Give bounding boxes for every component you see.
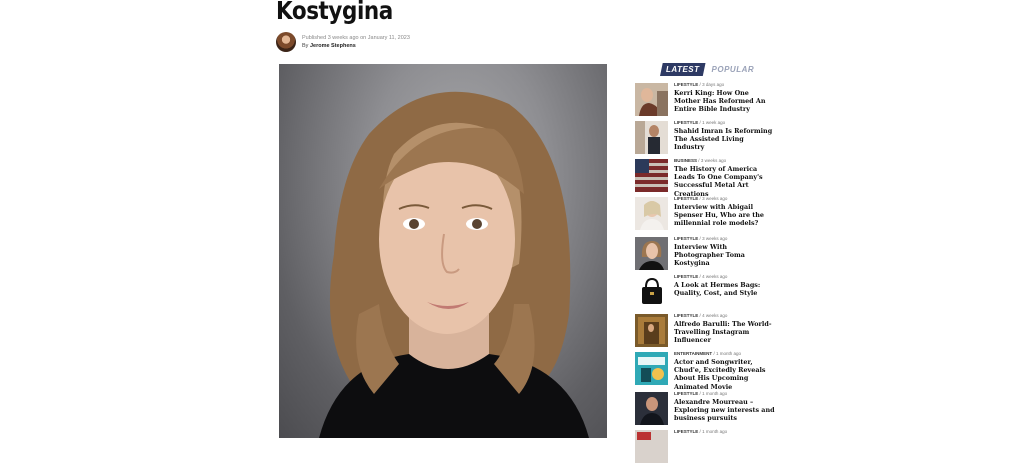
featured-image [279, 64, 607, 438]
portrait-illustration [319, 91, 589, 438]
post-title-link[interactable]: Actor and Songwriter, Chud'e, Excitedly … [674, 358, 775, 391]
post-thumbnail[interactable] [635, 352, 668, 385]
post-title-link[interactable]: A Look at Hermes Bags: Quality, Cost, an… [674, 281, 775, 297]
post-category[interactable]: BUSINESS [674, 158, 697, 163]
post-category[interactable]: LIFESTYLE [674, 391, 698, 396]
sidebar-post[interactable]: LIFESTYLE / 3 days ago Kerri King: How O… [635, 82, 775, 116]
sidebar-post[interactable]: ENTERTAINMENT / 1 month ago Actor and So… [635, 351, 775, 391]
post-meta: LIFESTYLE / 4 weeks ago [674, 274, 775, 280]
sidebar-post[interactable]: LIFESTYLE / 3 weeks ago Interview with A… [635, 196, 775, 230]
post-meta: LIFESTYLE / 1 month ago [674, 391, 775, 397]
post-meta: LIFESTYLE / 3 weeks ago [674, 236, 775, 242]
post-category[interactable]: LIFESTYLE [674, 196, 698, 201]
meta-separator: / [698, 158, 700, 163]
post-time: 3 weeks ago [702, 236, 728, 241]
meta-separator: / [699, 391, 701, 396]
post-title-link[interactable]: The History of America Leads To One Comp… [674, 165, 775, 198]
post-time: 1 month ago [702, 391, 728, 396]
post-time: 1 month ago [715, 351, 741, 356]
post-time: 4 weeks ago [702, 274, 728, 279]
post-time: 3 weeks ago [702, 196, 728, 201]
meta-separator: / [699, 274, 701, 279]
sidebar-post[interactable]: LIFESTYLE / 3 weeks ago Interview With P… [635, 236, 775, 270]
post-thumbnail[interactable] [635, 83, 668, 116]
post-title-link[interactable]: Kerri King: How One Mother Has Reformed … [674, 89, 775, 114]
post-category[interactable]: LIFESTYLE [674, 82, 698, 87]
meta-separator: / [699, 196, 701, 201]
post-title-link[interactable]: Alfredo Barulli: The World-Travelling In… [674, 320, 775, 345]
meta-separator: / [699, 313, 701, 318]
post-meta: BUSINESS / 3 weeks ago [674, 158, 775, 164]
post-time: 3 weeks ago [700, 158, 727, 163]
tab-popular[interactable]: POPULAR [712, 65, 755, 74]
article-title: Kostygina [276, 0, 393, 25]
sidebar-post[interactable]: LIFESTYLE / 4 weeks ago Alfredo Barulli:… [635, 313, 775, 347]
post-thumbnail[interactable] [635, 237, 668, 270]
published-label: Published [302, 35, 327, 41]
post-thumbnail[interactable] [635, 121, 668, 154]
post-category[interactable]: LIFESTYLE [674, 313, 698, 318]
author-avatar[interactable] [276, 32, 296, 52]
post-meta: LIFESTYLE / 3 weeks ago [674, 196, 775, 202]
post-title-link[interactable]: Interview With Photographer Toma Kostygi… [674, 243, 775, 268]
article-byline: Published 3 weeks ago on January 11, 202… [276, 32, 410, 52]
meta-separator: / [699, 120, 701, 125]
post-category[interactable]: LIFESTYLE [674, 274, 698, 279]
published-ago: 3 weeks ago [327, 35, 359, 41]
sidebar-post[interactable]: LIFESTYLE / 4 weeks ago A Look at Hermes… [635, 274, 775, 308]
post-thumbnail[interactable] [635, 430, 668, 463]
post-thumbnail[interactable] [635, 392, 668, 425]
post-thumbnail[interactable] [635, 197, 668, 230]
post-meta: ENTERTAINMENT / 1 month ago [674, 351, 775, 357]
publish-date: January 11, 2023 [367, 35, 410, 41]
by-word: By [302, 43, 309, 49]
on-word: on [360, 35, 367, 41]
meta-separator: / [699, 429, 701, 434]
sidebar-post[interactable]: BUSINESS / 3 weeks ago The History of Am… [635, 158, 775, 198]
post-time: 4 weeks ago [702, 313, 728, 318]
author-info: By Jerome Stephens [302, 42, 410, 50]
post-meta: LIFESTYLE / 1 month ago [674, 429, 727, 435]
post-time: 3 days ago [702, 82, 725, 87]
meta-separator: / [713, 351, 715, 356]
author-name-link[interactable]: Jerome Stephens [310, 43, 356, 49]
sidebar-post[interactable]: LIFESTYLE / 1 month ago Alexandre Mourre… [635, 391, 775, 425]
post-thumbnail[interactable] [635, 275, 668, 308]
post-title-link[interactable]: Alexandre Mourreau – Exploring new inter… [674, 398, 775, 423]
sidebar-tabs: LATEST POPULAR [660, 63, 754, 76]
post-meta: LIFESTYLE / 3 days ago [674, 82, 775, 88]
post-meta: LIFESTYLE / 1 week ago [674, 120, 775, 126]
post-meta: LIFESTYLE / 4 weeks ago [674, 313, 775, 319]
post-thumbnail[interactable] [635, 159, 668, 192]
meta-separator: / [699, 82, 701, 87]
post-time: 1 month ago [702, 429, 728, 434]
post-category[interactable]: LIFESTYLE [674, 236, 698, 241]
post-category[interactable]: ENTERTAINMENT [674, 351, 712, 356]
sidebar-post[interactable]: LIFESTYLE / 1 month ago [635, 429, 775, 463]
meta-separator: / [699, 236, 701, 241]
tab-latest[interactable]: LATEST [660, 63, 706, 76]
post-category[interactable]: LIFESTYLE [674, 120, 698, 125]
post-time: 1 week ago [702, 120, 726, 125]
post-title-link[interactable]: Shahid Imran Is Reforming The Assisted L… [674, 127, 775, 152]
sidebar-post[interactable]: LIFESTYLE / 1 week ago Shahid Imran Is R… [635, 120, 775, 154]
post-thumbnail[interactable] [635, 314, 668, 347]
post-category[interactable]: LIFESTYLE [674, 429, 698, 434]
publish-info: Published 3 weeks ago on January 11, 202… [302, 34, 410, 42]
post-title-link[interactable]: Interview with Abigail Spenser Hu, Who a… [674, 203, 775, 228]
